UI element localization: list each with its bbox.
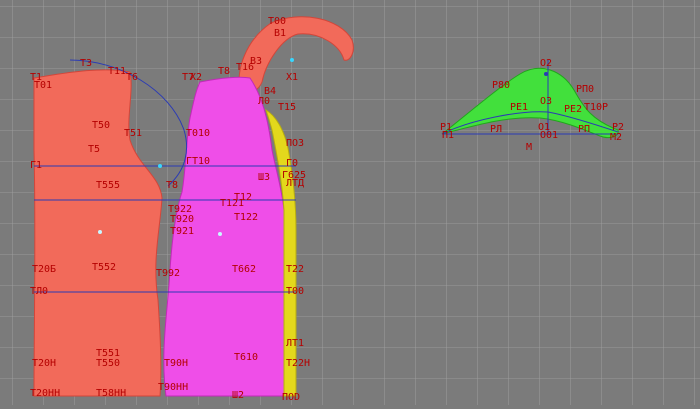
label-x1: Х1 bbox=[286, 72, 298, 83]
label-rl: РЛ bbox=[490, 124, 502, 135]
label-re2: РЕ2 bbox=[564, 104, 582, 115]
label-t16: Т16 bbox=[236, 62, 254, 73]
label-pod: ПОD bbox=[282, 392, 300, 403]
label-t50: Т50 bbox=[92, 120, 110, 131]
label-r80: Р80 bbox=[492, 80, 510, 91]
label-m2: М2 bbox=[610, 132, 622, 143]
label-t15: Т15 bbox=[278, 102, 296, 113]
label-t90n: Т90Н bbox=[164, 358, 188, 369]
label-t22: Т22 bbox=[286, 264, 304, 275]
label-o01: О01 bbox=[540, 130, 558, 141]
label-b1: В1 bbox=[274, 28, 286, 39]
label-t10r: Т10Р bbox=[584, 102, 608, 113]
label-m: М bbox=[526, 142, 532, 153]
label-rp: РП bbox=[578, 124, 590, 135]
marker-side bbox=[158, 164, 162, 168]
label-g0: Г0 bbox=[286, 158, 298, 169]
label-l0: Л0 bbox=[258, 96, 270, 107]
label-x2: Х2 bbox=[190, 72, 202, 83]
label-too: Т00 bbox=[268, 16, 286, 27]
label-re1: РЕ1 bbox=[510, 102, 528, 113]
label-t58nn: Т58НН bbox=[96, 388, 126, 399]
label-t8b: Т8 bbox=[166, 180, 178, 191]
label-t920: Т920 bbox=[170, 214, 194, 225]
label-lt1: ЛТ1 bbox=[286, 338, 304, 349]
label-o3: О3 bbox=[540, 96, 552, 107]
pattern-canvas[interactable]: Т00 В1 Т3 Т11 Т6 Т1 Т01 Т7 Х2 Т8 В3 Т16 … bbox=[0, 0, 700, 405]
label-t122: Т122 bbox=[234, 212, 258, 223]
label-t20n: Т20Н bbox=[32, 358, 56, 369]
label-p1: П1 bbox=[442, 130, 454, 141]
marker-center-front bbox=[218, 232, 222, 236]
label-t20b: Т20Б bbox=[32, 264, 56, 275]
pattern-drawing[interactable]: Т00 В1 Т3 Т11 Т6 Т1 Т01 Т7 Х2 Т8 В3 Т16 … bbox=[0, 0, 700, 405]
label-t00: Т00 bbox=[286, 286, 304, 297]
label-po3: ПО3 bbox=[286, 138, 304, 149]
label-t01: Т01 bbox=[34, 80, 52, 91]
label-t22n: Т22Н bbox=[286, 358, 310, 369]
label-sh3: Ш3 bbox=[258, 172, 270, 183]
label-ltd: ЛТД bbox=[286, 178, 304, 189]
label-t555: Т555 bbox=[96, 180, 120, 191]
label-t11: Т11 bbox=[108, 66, 126, 77]
label-t6: Т6 bbox=[126, 72, 138, 83]
label-t51: Т51 bbox=[124, 128, 142, 139]
marker-center-back bbox=[98, 230, 102, 234]
label-t921: Т921 bbox=[170, 226, 194, 237]
label-g1: Г1 bbox=[30, 160, 42, 171]
label-t662: Т662 bbox=[232, 264, 256, 275]
marker-x1 bbox=[290, 58, 294, 62]
label-t8: Т8 bbox=[218, 66, 230, 77]
label-tl0: ТЛ0 bbox=[30, 286, 48, 297]
label-gt10: ГТ10 bbox=[186, 156, 210, 167]
label-t90nn: Т90НН bbox=[158, 382, 188, 393]
marker-sleeve-top bbox=[544, 72, 548, 76]
label-t010: Т010 bbox=[186, 128, 210, 139]
label-t3: Т3 bbox=[80, 58, 92, 69]
label-t610: Т610 bbox=[234, 352, 258, 363]
label-sh2: Ш2 bbox=[232, 390, 244, 401]
label-t5: Т5 bbox=[88, 144, 100, 155]
label-t992: Т992 bbox=[156, 268, 180, 279]
label-rp0: РП0 bbox=[576, 84, 594, 95]
label-t20nn: Т20НН bbox=[30, 388, 60, 399]
label-t121: Т121 bbox=[220, 198, 244, 209]
label-o2: О2 bbox=[540, 58, 552, 69]
label-t552: Т552 bbox=[92, 262, 116, 273]
label-t550: Т550 bbox=[96, 358, 120, 369]
